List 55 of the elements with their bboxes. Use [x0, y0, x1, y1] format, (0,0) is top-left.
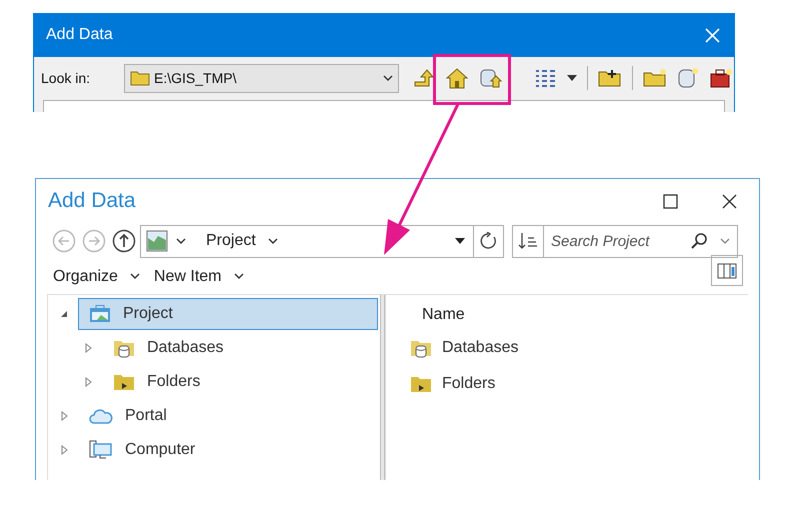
- list-item[interactable]: Folders: [410, 373, 748, 395]
- chevron-down-icon: [130, 273, 140, 280]
- collapsed-arrow-icon[interactable]: [84, 343, 92, 353]
- sort-icon: [518, 232, 538, 250]
- new-folder-icon[interactable]: [643, 68, 667, 88]
- database-home-icon[interactable]: [479, 67, 503, 90]
- toolbox-icon[interactable]: [709, 67, 733, 90]
- tree-item[interactable]: Databases: [102, 332, 378, 364]
- tree-item[interactable]: Computer: [78, 434, 378, 466]
- chevron-down-icon: [383, 74, 393, 82]
- search-field[interactable]: Search Project: [544, 224, 738, 258]
- collapsed-arrow-icon[interactable]: [60, 445, 68, 455]
- column-header[interactable]: Name: [410, 303, 748, 323]
- up-icon[interactable]: [112, 229, 136, 253]
- tree-item[interactable]: Folders: [102, 366, 378, 398]
- connect-folder-icon[interactable]: [598, 68, 622, 88]
- window-title: Add Data: [46, 25, 113, 46]
- menu-button[interactable]: Organize: [53, 264, 140, 288]
- folder-icon: [410, 374, 432, 394]
- cloud-icon: [89, 407, 113, 425]
- search-icon[interactable]: [690, 232, 708, 250]
- menu-button[interactable]: New Item: [154, 264, 244, 288]
- collapsed-arrow-icon[interactable]: [60, 411, 68, 421]
- window-title: Add Data: [48, 188, 136, 214]
- sort-button[interactable]: [512, 224, 544, 258]
- chevron-down-icon: [234, 273, 244, 280]
- list-item[interactable]: Databases: [410, 337, 748, 359]
- home-icon[interactable]: [445, 67, 469, 90]
- folder-database-icon: [113, 338, 135, 358]
- map-icon: [146, 230, 168, 252]
- chevron-down-icon: [268, 238, 278, 244]
- folder-icon: [130, 70, 150, 86]
- chevron-down-icon: [176, 238, 186, 244]
- chevron-down-icon[interactable]: [720, 238, 730, 244]
- computer-icon: [89, 440, 113, 460]
- look-in-dropdown[interactable]: E:\GIS_TMP\: [124, 64, 399, 93]
- maximize-icon[interactable]: [663, 194, 678, 208]
- list-view-icon[interactable]: [535, 68, 557, 88]
- view-toggle-button[interactable]: [711, 255, 743, 286]
- briefcase-icon: [89, 305, 111, 323]
- panes-icon: [717, 262, 737, 278]
- folder-icon: [113, 372, 135, 392]
- refresh-icon[interactable]: [480, 232, 498, 250]
- close-icon[interactable]: [722, 194, 737, 208]
- new-database-icon[interactable]: [677, 67, 699, 90]
- tree-item[interactable]: Project: [78, 298, 378, 330]
- dropdown-icon[interactable]: [455, 238, 465, 244]
- folder-database-icon: [410, 338, 432, 358]
- expanded-arrow-icon[interactable]: [60, 310, 68, 318]
- caret-icon[interactable]: [567, 75, 577, 82]
- collapsed-arrow-icon[interactable]: [84, 377, 92, 387]
- location-text: Project: [206, 231, 256, 251]
- up-folder-icon[interactable]: [413, 68, 435, 88]
- tree-item[interactable]: Portal: [78, 400, 378, 432]
- look-in-label: Look in:: [41, 68, 92, 88]
